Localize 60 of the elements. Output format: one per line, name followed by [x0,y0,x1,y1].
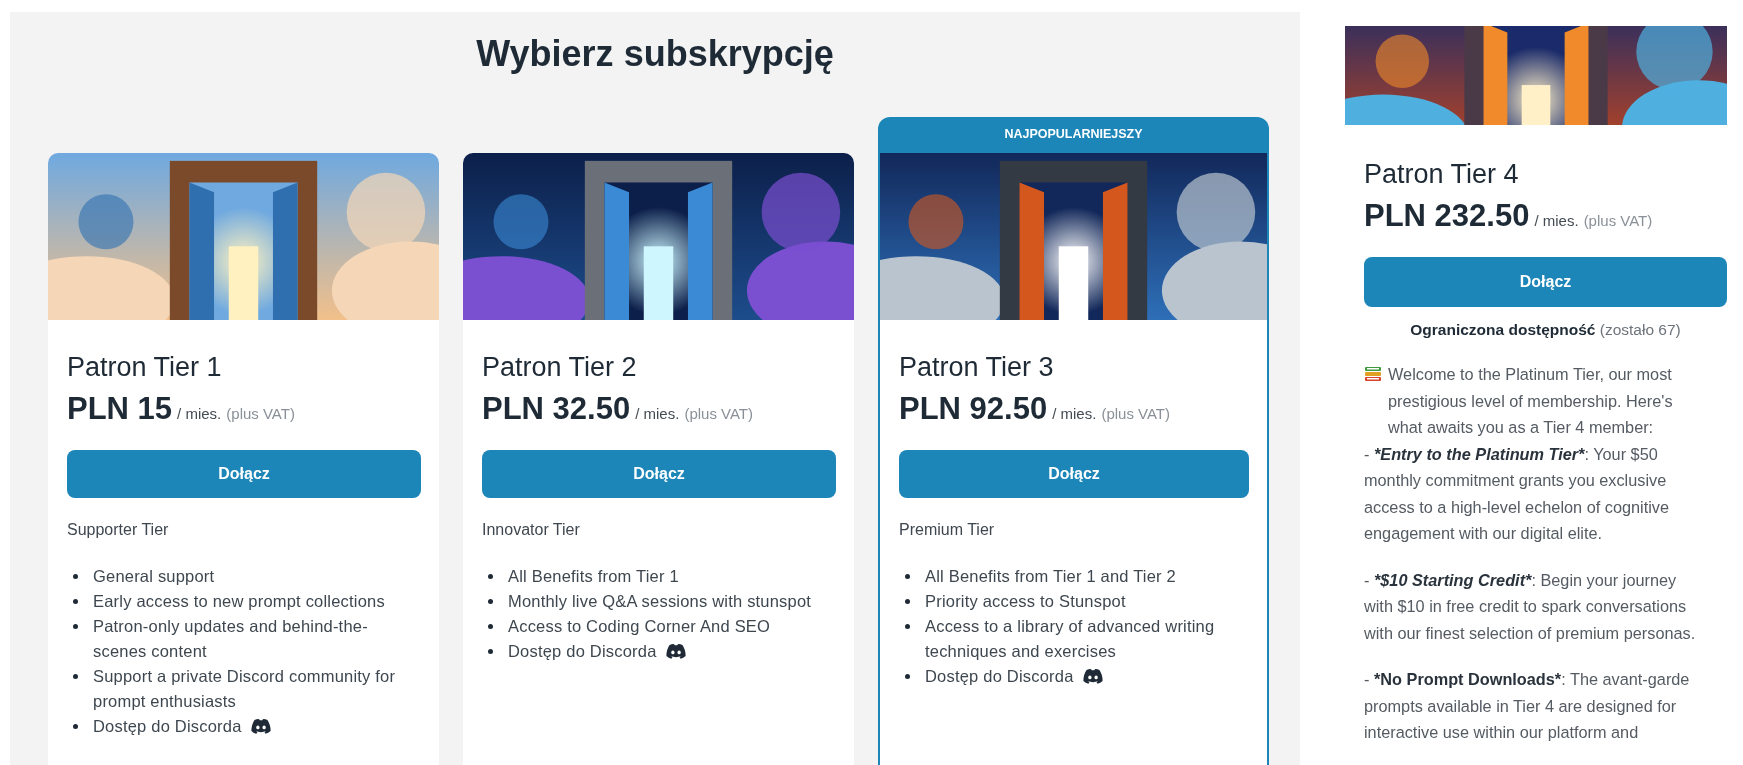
feature-text: Patron-only updates and behind-the-scenes content [93,616,369,662]
popular-badge: NAJPOPULARNIEJSZY [878,117,1269,153]
billing-period: / mies. [1052,404,1097,424]
plan-title: Patron Tier 4 [1364,159,1520,189]
page-heading: Wybierz subskrypcję [475,32,835,76]
price-amount: PLN 92.50 [899,391,1048,427]
bullet-icon [488,649,493,654]
feature-text: Dostęp do Discorda [508,641,657,662]
feature-text: Access to a library of advanced writing techniques and exercises [925,616,1216,662]
join-button[interactable]: Dołącz [1364,257,1727,307]
join-button[interactable]: Dołącz [482,450,836,498]
feature-text: Priority access to Stunspot [925,591,1126,612]
tax-note: (plus VAT) [684,404,753,424]
plan-title: Patron Tier 1 [67,352,223,382]
feature-text: Dostęp do Discorda [93,716,242,737]
bullet-icon [905,674,910,679]
bullet-icon [488,599,493,604]
feature-text: Early access to new prompt collections [93,591,385,612]
discord-icon[interactable] [249,718,272,735]
bullet-icon [73,674,78,679]
description-text: - *$10 Starting Credit*: Begin your journey with $10 in free credit to spark conversations with our finest selection of premium personas. [1364,569,1697,644]
feature-text: All Benefits from Tier 1 [508,566,679,587]
bullet-icon [905,574,910,579]
bullet-icon [73,724,78,729]
tier-name: Supporter Tier [67,520,170,540]
tier-name: Premium Tier [899,520,996,540]
books-icon [1364,365,1382,383]
feature-text: Support a private Discord community for prompt enthusiasts [93,666,397,712]
bullet-icon [73,599,78,604]
plan-title: Patron Tier 3 [899,352,1055,382]
billing-period: / mies. [177,404,222,424]
feature-text: All Benefits from Tier 1 and Tier 2 [925,566,1176,587]
join-button[interactable]: Dołącz [899,450,1249,498]
description-text: - *Entry to the Platinum Tier*: Your $50 monthly commitment grants you exclusive access to a high-level echelon of cognitive engagement with our digital elite. [1364,443,1670,544]
bullet-icon [905,599,910,604]
tier-name: Innovator Tier [482,520,581,540]
feature-text: General support [93,566,215,587]
plan-title: Patron Tier 2 [482,352,638,382]
price-amount: PLN 232.50 [1364,198,1530,234]
bullet-icon [73,574,78,579]
discord-icon[interactable] [1081,668,1104,685]
price-amount: PLN 32.50 [482,391,631,427]
description-text: - *No Prompt Downloads*: The avant-garde prompts available in Tier 4 are designed for interactive use within our platform and [1364,669,1691,743]
discord-icon[interactable] [664,643,687,660]
bullet-icon [73,624,78,629]
tax-note: (plus VAT) [226,404,295,424]
tax-note: (plus VAT) [1101,404,1170,424]
availability-note: Ograniczona dostępność (zostało 67) [1409,320,1682,340]
description-text: Welcome to the Platinum Tier, our most prestigious level of membership. Here's what awaits you as a Tier 4 member: [1388,364,1674,438]
billing-period: / mies. [635,404,680,424]
price-amount: PLN 15 [67,391,173,427]
bullet-icon [905,624,910,629]
tax-note: (plus VAT) [1583,211,1653,231]
bullet-icon [488,624,493,629]
billing-period: / mies. [1534,211,1579,231]
bullet-icon [488,574,493,579]
feature-text: Dostęp do Discorda [925,666,1074,687]
feature-text: Monthly live Q&A sessions with stunspot [508,591,812,612]
feature-text: Access to Coding Corner And SEO [508,616,771,637]
join-button[interactable]: Dołącz [67,450,421,498]
